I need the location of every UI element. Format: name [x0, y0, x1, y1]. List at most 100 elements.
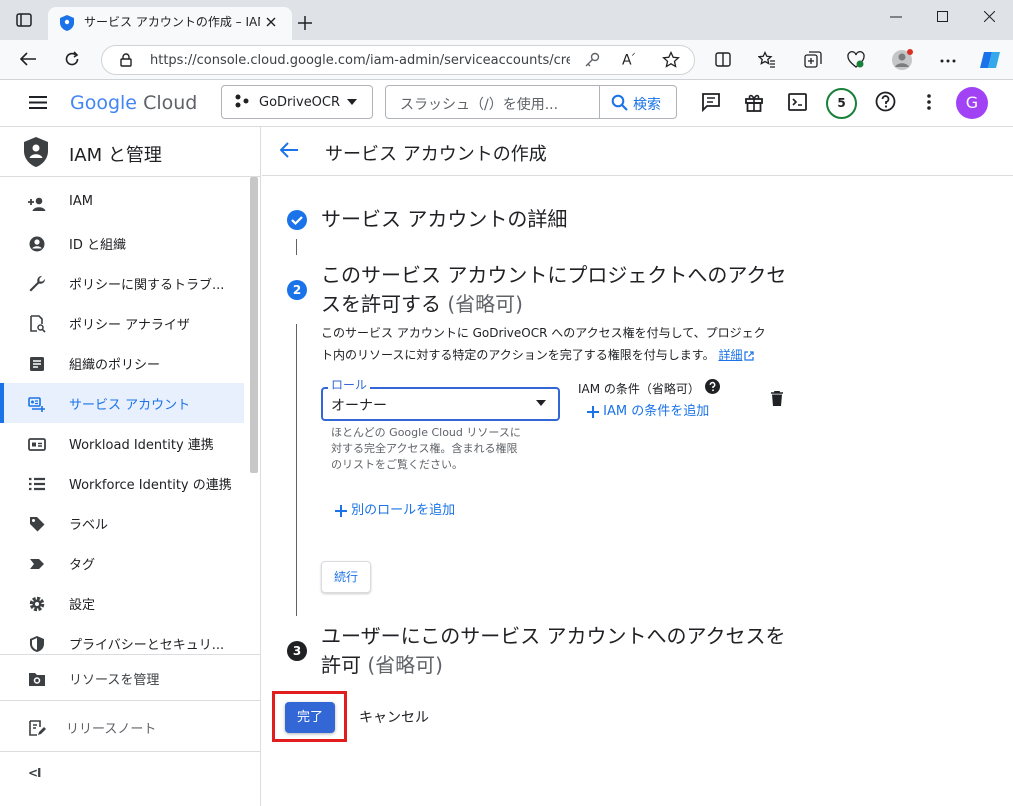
- sidebar-item-labels[interactable]: ラベル: [0, 503, 244, 543]
- browser-essentials-icon[interactable]: [847, 51, 865, 69]
- gear-icon: [28, 595, 46, 613]
- sidebar-item-settings[interactable]: 設定: [0, 583, 244, 623]
- search-input[interactable]: スラッシュ（/）を使用...: [400, 94, 558, 114]
- account-avatar[interactable]: G: [956, 87, 988, 119]
- sidebar-item-policy-troubleshooter[interactable]: ポリシーに関するトラブ...: [0, 263, 244, 303]
- sidebar-item-label: ポリシーに関するトラブ...: [69, 278, 225, 293]
- collections-icon[interactable]: [804, 51, 822, 69]
- step2-optional: (省略可): [447, 292, 523, 316]
- done-button[interactable]: 完了: [285, 702, 335, 733]
- step2-title-line2-wrap: スを許可する (省略可): [321, 290, 801, 319]
- external-link-icon[interactable]: [744, 350, 755, 361]
- split-screen-icon[interactable]: [715, 52, 731, 67]
- notifications-count: 5: [837, 96, 846, 110]
- step2-desc-line1: このサービス アカウントに GoDriveOCR へのアクセス権を付与して、プロ…: [321, 326, 766, 340]
- cloud-shell-icon[interactable]: [788, 93, 807, 111]
- continue-label: 続行: [333, 570, 358, 584]
- key-icon[interactable]: [584, 52, 600, 68]
- sidebar-item-tags[interactable]: タグ: [0, 543, 244, 583]
- sidebar-divider-2: [0, 700, 261, 701]
- sidebar-divider-1: [0, 654, 261, 655]
- sidebar-item-label: IAM: [69, 194, 93, 209]
- role-field-label: ロール: [328, 379, 371, 392]
- add-iam-condition-button[interactable]: IAM の条件を追加: [587, 400, 709, 419]
- maximize-icon[interactable]: [937, 11, 948, 22]
- sidebar-title: IAM と管理: [69, 145, 162, 166]
- reload-icon[interactable]: [64, 51, 80, 67]
- logo-google-text: Google: [70, 92, 138, 114]
- step2-number-badge: 2: [287, 280, 307, 300]
- collapse-sidebar-icon[interactable]: <I: [28, 766, 41, 780]
- step2-title-line2: スを許可する: [321, 292, 441, 316]
- add-another-role-button[interactable]: 別のロールを追加: [335, 499, 455, 518]
- favorite-star-icon[interactable]: [662, 51, 680, 69]
- learn-more-link[interactable]: 詳細: [718, 348, 742, 362]
- sidebar-item-privacy-security[interactable]: プライバシーとセキュリ...: [0, 623, 244, 663]
- page-back-arrow-icon[interactable]: [280, 142, 298, 158]
- step3-title[interactable]: ユーザーにこのサービス アカウントへのアクセスを 許可 (省略可): [321, 622, 801, 680]
- service-account-icon: [28, 395, 46, 413]
- step2-desc-line2: ト内のリソースに対する特定のアクションを完了する権限を付与します。: [321, 348, 715, 362]
- sidebar-item-org-policies[interactable]: 組織のポリシー: [0, 343, 244, 383]
- role-dropdown-icon: [536, 400, 546, 406]
- sidebar-item-policy-analyzer[interactable]: ポリシー アナライザ: [0, 303, 244, 343]
- step3-number-badge: 3: [287, 641, 307, 661]
- sidebar-item-iam[interactable]: IAM: [0, 183, 244, 223]
- sidebar-item-label: ラベル: [69, 518, 109, 533]
- tab-close-icon[interactable]: [266, 17, 276, 27]
- favorites-icon[interactable]: [758, 51, 776, 68]
- feedback-icon[interactable]: [701, 92, 721, 112]
- step-connector-2: [296, 324, 297, 616]
- copilot-icon[interactable]: [979, 49, 1001, 71]
- continue-button[interactable]: 続行: [321, 561, 371, 593]
- role-help-line1: ほとんどの Google Cloud リソースに: [331, 426, 521, 439]
- plus-icon: [587, 405, 599, 418]
- shield-favicon-icon: [60, 15, 74, 31]
- profile-avatar-icon[interactable]: [891, 49, 913, 71]
- policy-analyzer-icon: [28, 315, 46, 333]
- sidebar-item-workload-identity[interactable]: Workload Identity 連携: [0, 423, 244, 463]
- gift-icon[interactable]: [744, 92, 764, 112]
- notifications-badge[interactable]: 5: [826, 88, 857, 119]
- sidebar-item-identity-org[interactable]: ID と組織: [0, 223, 244, 263]
- page-title-divider: [262, 175, 1013, 176]
- tab-title: サービス アカウントの作成 – IAM と管: [84, 15, 260, 29]
- iam-condition-label: IAM の条件（省略可）: [578, 382, 700, 396]
- release-notes-icon: [28, 719, 46, 737]
- label-icon: [28, 515, 46, 533]
- iam-condition-help-icon[interactable]: [705, 379, 720, 394]
- step2-desc-line2-wrap: ト内のリソースに対する特定のアクションを完了する権限を付与します。 詳細: [321, 344, 801, 366]
- lock-icon[interactable]: [120, 53, 132, 67]
- url-text[interactable]: https://console.cloud.google.com/iam-adm…: [150, 53, 570, 68]
- step1-title[interactable]: サービス アカウントの詳細: [321, 205, 567, 234]
- plus-icon: [335, 504, 347, 517]
- sidebar-item-label: ID と組織: [69, 238, 126, 253]
- sidebar-item-manage-resources[interactable]: リソースを管理: [0, 658, 244, 698]
- delete-role-icon[interactable]: [771, 391, 783, 406]
- browser-more-icon[interactable]: [940, 59, 956, 63]
- cancel-button[interactable]: キャンセル: [359, 707, 429, 727]
- help-icon[interactable]: [875, 91, 896, 112]
- sidebar-scrollbar[interactable]: [250, 177, 258, 473]
- sidebar-item-service-accounts[interactable]: サービス アカウント: [0, 383, 244, 423]
- list-icon: [28, 475, 46, 493]
- sidebar-item-release-notes[interactable]: リリースノート: [0, 707, 244, 747]
- tab-actions-icon[interactable]: [16, 13, 32, 27]
- more-options-icon[interactable]: [927, 94, 931, 110]
- window-close-icon[interactable]: [984, 11, 995, 22]
- sidebar-title-divider: [0, 176, 261, 177]
- role-help-line3: のリストをご覧ください。: [331, 458, 463, 471]
- read-aloud-icon[interactable]: Aᐟ: [622, 52, 635, 69]
- sidebar-item-workforce-identity[interactable]: Workforce Identity の連携: [0, 463, 244, 503]
- new-tab-icon[interactable]: [298, 16, 312, 30]
- hamburger-menu-icon[interactable]: [29, 96, 47, 109]
- step3-title-line1: ユーザーにこのサービス アカウントへのアクセスを: [321, 624, 786, 648]
- avatar-letter: G: [965, 93, 979, 112]
- back-arrow-icon[interactable]: [20, 52, 36, 66]
- folder-gear-icon: [28, 670, 46, 688]
- sidebar: IAM と管理 IAM ID と組織 ポリシーに関するトラブ... ポリシー ア…: [0, 127, 261, 806]
- step2-title: このサービス アカウントにプロジェクトへのアクセ スを許可する (省略可): [321, 261, 801, 319]
- minimize-icon[interactable]: [890, 16, 902, 18]
- wrench-icon: [28, 275, 46, 293]
- google-cloud-logo[interactable]: Google Cloud: [70, 92, 197, 114]
